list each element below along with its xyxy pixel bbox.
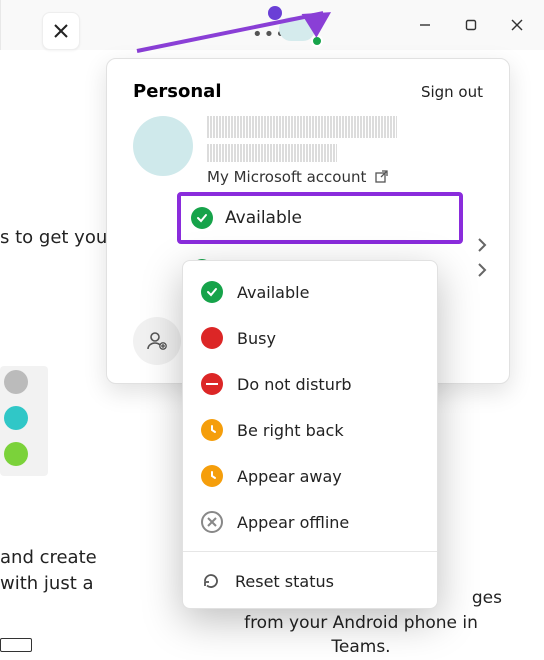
background-text-2: and create with just a [0, 545, 97, 597]
avatar[interactable] [133, 116, 193, 176]
status-option-label: Available [237, 283, 309, 302]
background-thumbnail [0, 366, 48, 476]
redacted-name [207, 116, 397, 138]
ms-account-label: My Microsoft account [207, 168, 366, 186]
reset-status-label: Reset status [235, 572, 334, 591]
reset-status-item[interactable]: Reset status [183, 558, 437, 604]
minimize-button[interactable] [402, 5, 448, 45]
available-icon [191, 207, 213, 229]
status-option-away[interactable]: Appear away [183, 453, 437, 499]
signout-link[interactable]: Sign out [421, 83, 483, 101]
chevron-right-icon [477, 262, 487, 278]
close-window-button[interactable] [494, 5, 540, 45]
bg-line: and create [0, 545, 97, 571]
add-account-button[interactable] [133, 317, 181, 365]
tail-line: Teams. [331, 637, 390, 657]
status-selector[interactable]: Available [179, 194, 461, 242]
status-option-away[interactable]: Be right back [183, 407, 437, 453]
panel-title: Personal [133, 81, 222, 102]
tab-close-button[interactable] [42, 12, 80, 50]
add-account-icon [146, 330, 168, 352]
status-option-avail[interactable]: Available [183, 269, 437, 315]
external-link-icon [374, 170, 388, 184]
status-dropdown: Available Busy Do not disturb Be right back… [182, 260, 438, 609]
status-option-label: Appear away [237, 467, 342, 486]
profile-info: My Microsoft account [207, 116, 397, 186]
dropdown-separator [183, 551, 437, 552]
annotation-dot [268, 6, 282, 20]
reset-icon [201, 571, 221, 591]
status-option-label: Appear offline [237, 513, 349, 532]
status-option-label: Be right back [237, 421, 344, 440]
bg-line: with just a [0, 571, 97, 597]
status-option-label: Busy [237, 329, 276, 348]
tail-line: from your Android phone in [244, 613, 478, 633]
status-option-dnd[interactable]: Do not disturb [183, 361, 437, 407]
status-option-busy[interactable]: Busy [183, 315, 437, 361]
ms-account-link[interactable]: My Microsoft account [207, 168, 397, 186]
status-option-label: Do not disturb [237, 375, 352, 394]
redacted-email [207, 144, 337, 162]
maximize-button[interactable] [448, 5, 494, 45]
status-option-offline[interactable]: Appear offline [183, 499, 437, 545]
status-label: Available [225, 208, 302, 228]
